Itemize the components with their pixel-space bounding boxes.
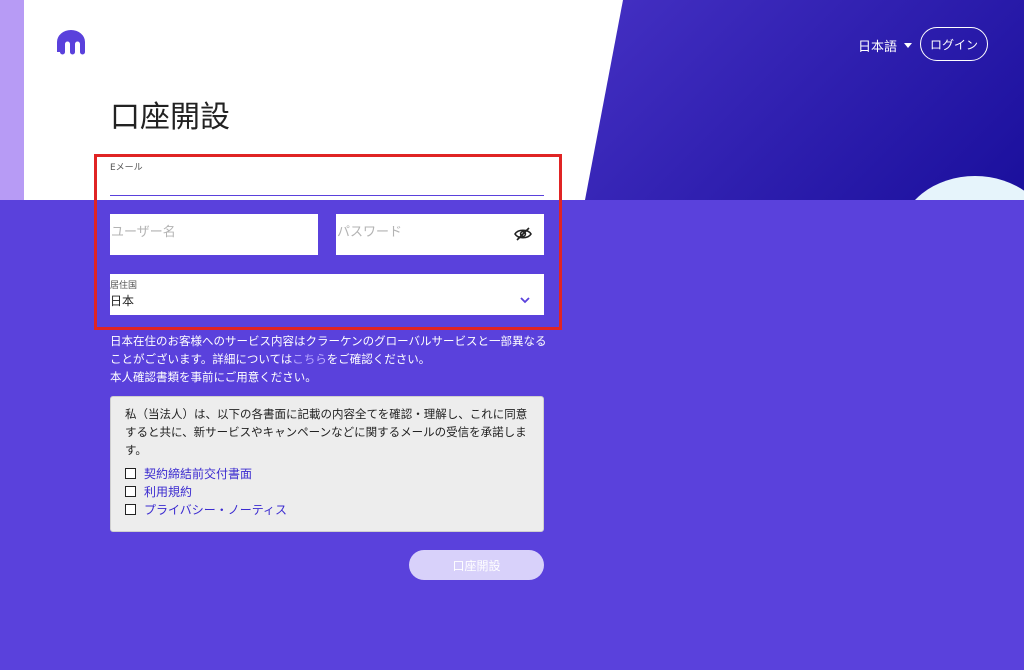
- kraken-logo-icon[interactable]: [55, 30, 87, 56]
- consent-item-privacy[interactable]: プライバシー・ノーティス: [125, 501, 287, 518]
- checkbox[interactable]: [125, 468, 136, 479]
- email-field[interactable]: Eメール: [110, 158, 544, 196]
- header-left-accent: [0, 0, 24, 200]
- notice-id-documents: 本人確認書類を事前にご用意ください。: [110, 370, 317, 384]
- checkbox[interactable]: [125, 486, 136, 497]
- consent-item-label[interactable]: 利用規約: [144, 483, 192, 500]
- country-label: 居住国: [110, 281, 138, 291]
- open-account-button[interactable]: 口座開設: [409, 550, 544, 580]
- consent-box: 私（当法人）は、以下の各書面に記載の内容全てを確認・理解し、これに同意すると共に…: [110, 396, 544, 532]
- language-label: 日本語: [858, 40, 898, 55]
- consent-item-terms[interactable]: 利用規約: [125, 483, 192, 500]
- consent-item-pre-contract[interactable]: 契約締結前交付書面: [125, 465, 252, 482]
- checkbox[interactable]: [125, 504, 136, 515]
- notice-text: 日本在住のお客様へのサービス内容はクラーケンのグローバルサービスと一部異なること…: [110, 332, 550, 386]
- username-field[interactable]: [110, 214, 318, 255]
- page-title: 口座開設: [110, 100, 230, 135]
- caret-down-icon: [904, 43, 913, 48]
- login-button[interactable]: ログイン: [920, 27, 988, 61]
- chevron-down-icon: [520, 289, 530, 304]
- language-selector[interactable]: 日本語: [858, 36, 913, 55]
- eye-slash-icon[interactable]: [514, 226, 532, 242]
- country-value: 日本: [110, 294, 135, 308]
- password-field[interactable]: [336, 214, 544, 255]
- consent-item-label[interactable]: 契約締結前交付書面: [144, 465, 252, 482]
- details-link[interactable]: こちら: [292, 352, 327, 366]
- consent-text: 私（当法人）は、以下の各書面に記載の内容全てを確認・理解し、これに同意すると共に…: [125, 407, 528, 457]
- notice-text-after-link: をご確認ください。: [326, 352, 431, 366]
- consent-item-label[interactable]: プライバシー・ノーティス: [144, 501, 287, 518]
- password-input[interactable]: [336, 214, 544, 255]
- country-select[interactable]: 居住国 日本: [110, 274, 544, 315]
- email-input[interactable]: [110, 172, 544, 192]
- username-input[interactable]: [110, 214, 318, 255]
